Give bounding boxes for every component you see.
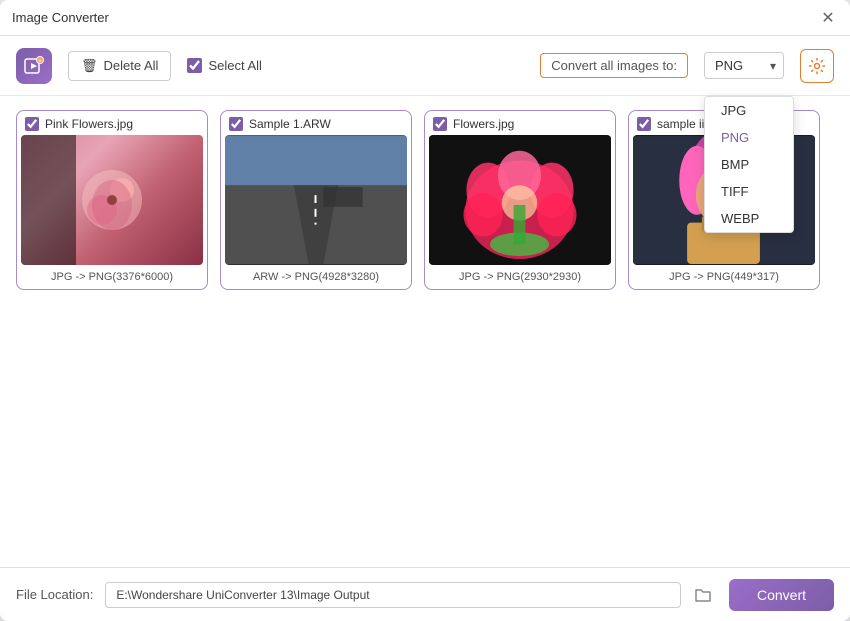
card-header-2: Flowers.jpg <box>429 115 611 135</box>
card-header-0: Pink Flowers.jpg <box>21 115 203 135</box>
card-info-1: ARW -> PNG(4928*3280) <box>225 265 407 285</box>
card-filename-1: Sample 1.ARW <box>249 117 331 131</box>
card-thumb-0 <box>21 135 203 265</box>
card-header-1: Sample 1.ARW <box>225 115 407 135</box>
window-title: Image Converter <box>12 10 109 25</box>
thumb-content-2 <box>429 135 611 265</box>
format-select-wrap: JPG PNG BMP TIFF WEBP <box>704 52 784 79</box>
close-button[interactable]: ✕ <box>818 8 838 28</box>
folder-icon <box>694 586 712 604</box>
dropdown-item-bmp[interactable]: BMP <box>705 151 793 178</box>
convert-all-label: Convert all images to: <box>540 53 688 78</box>
title-bar: Image Converter ✕ <box>0 0 850 36</box>
trash-icon: 🗑 <box>81 58 98 74</box>
toolbar: + 🗑 Delete All Select All Convert all im… <box>0 36 850 96</box>
settings-icon <box>808 57 826 75</box>
svg-text:+: + <box>39 58 42 64</box>
card-checkbox-1[interactable] <box>229 117 243 131</box>
format-dropdown: JPG PNG BMP TIFF WEBP <box>704 96 794 233</box>
card-checkbox-3[interactable] <box>637 117 651 131</box>
app-icon: + <box>16 48 52 84</box>
delete-all-button[interactable]: 🗑 Delete All <box>68 51 171 81</box>
format-select[interactable]: JPG PNG BMP TIFF WEBP <box>704 52 784 79</box>
select-all-text: Select All <box>208 58 261 73</box>
image-card-1: Sample 1.ARW ARW -> PNG(4928*3280) <box>220 110 412 290</box>
card-filename-0: Pink Flowers.jpg <box>45 117 133 131</box>
card-filename-2: Flowers.jpg <box>453 117 514 131</box>
convert-button[interactable]: Convert <box>729 579 834 611</box>
image-card-0: Pink Flowers.jpg JPG -> PNG(3376*6000) <box>16 110 208 290</box>
card-info-3: JPG -> PNG(449*317) <box>633 265 815 285</box>
file-location-input-wrap <box>105 581 717 609</box>
thumb-content-1 <box>225 135 407 265</box>
dropdown-item-tiff[interactable]: TIFF <box>705 178 793 205</box>
file-location-input[interactable] <box>105 582 681 608</box>
card-info-2: JPG -> PNG(2930*2930) <box>429 265 611 285</box>
card-checkbox-2[interactable] <box>433 117 447 131</box>
dropdown-item-jpg[interactable]: JPG <box>705 97 793 124</box>
card-thumb-2 <box>429 135 611 265</box>
card-filename-3: sample ii <box>657 117 704 131</box>
card-thumb-1 <box>225 135 407 265</box>
select-all-checkbox[interactable] <box>187 58 202 73</box>
settings-button[interactable] <box>800 49 834 83</box>
card-checkbox-0[interactable] <box>25 117 39 131</box>
thumb-dark-overlay-0 <box>21 135 76 265</box>
folder-button[interactable] <box>689 581 717 609</box>
dropdown-item-png[interactable]: PNG <box>705 124 793 151</box>
app-icon-svg: + <box>23 55 45 77</box>
delete-all-label: Delete All <box>104 58 159 73</box>
select-all-label[interactable]: Select All <box>187 58 261 73</box>
file-location-label: File Location: <box>16 587 93 602</box>
status-bar: File Location: Convert <box>0 567 850 621</box>
thumb-content-0 <box>62 150 162 250</box>
main-window: Image Converter ✕ + 🗑 Delete All Select … <box>0 0 850 621</box>
image-card-2: Flowers.jpg J <box>424 110 616 290</box>
dropdown-item-webp[interactable]: WEBP <box>705 205 793 232</box>
card-info-0: JPG -> PNG(3376*6000) <box>21 265 203 285</box>
title-bar-left: Image Converter <box>12 10 109 25</box>
